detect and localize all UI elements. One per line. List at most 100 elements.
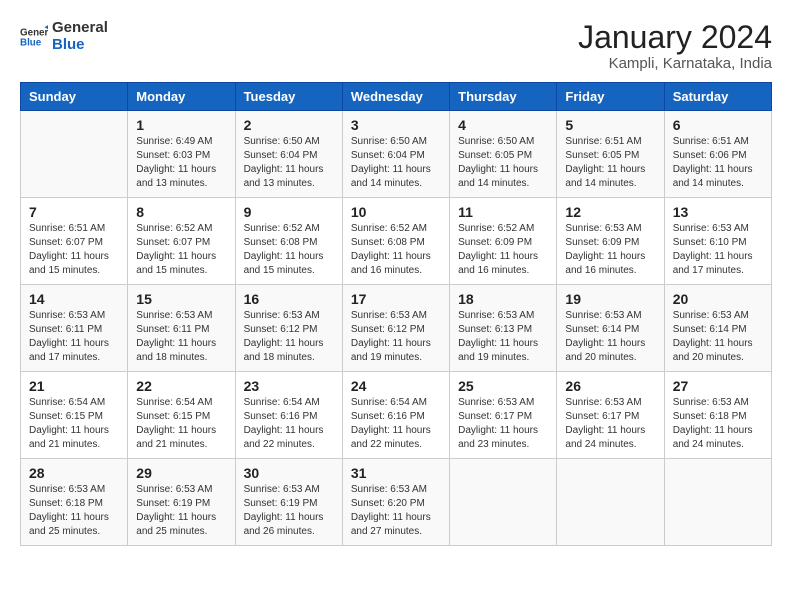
calendar-cell: 3Sunrise: 6:50 AM Sunset: 6:04 PM Daylig… [342, 111, 449, 198]
calendar-header-sunday: Sunday [21, 83, 128, 111]
day-info: Sunrise: 6:52 AM Sunset: 6:07 PM Dayligh… [136, 222, 226, 278]
logo-icon: General Blue [20, 23, 48, 51]
calendar-cell: 28 Sunrise: 6:53 AM Sunset: 6:18 PM Dayli… [21, 459, 128, 546]
day-number: 22 [136, 378, 226, 394]
day-info: Sunrise: 6:53 AM Sunset: 6:14 PM Dayligh… [673, 309, 763, 365]
calendar-cell: 18 Sunrise: 6:53 AM Sunset: 6:13 PM Dayli… [450, 285, 557, 372]
day-number: 18 [458, 291, 548, 307]
day-info: Sunrise: 6:50 AM Sunset: 6:05 PM Dayligh… [458, 135, 548, 191]
day-info: Sunrise: 6:54 AM Sunset: 6:15 PM Dayligh… [136, 396, 226, 452]
calendar-cell: 23 Sunrise: 6:54 AM Sunset: 6:16 PM Dayli… [235, 372, 342, 459]
page-header: General Blue General Blue January 2024 K… [20, 20, 772, 72]
day-info: Sunrise: 6:52 AM Sunset: 6:08 PM Dayligh… [351, 222, 441, 278]
calendar-cell: 7 Sunrise: 6:51 AM Sunset: 6:07 PM Daylig… [21, 198, 128, 285]
calendar-week-row: 21 Sunrise: 6:54 AM Sunset: 6:15 PM Dayli… [21, 372, 772, 459]
day-info: Sunrise: 6:54 AM Sunset: 6:16 PM Dayligh… [351, 396, 441, 452]
calendar-cell: 5 Sunrise: 6:51 AM Sunset: 6:05 PM Daylig… [557, 111, 664, 198]
calendar-cell: 21 Sunrise: 6:54 AM Sunset: 6:15 PM Dayli… [21, 372, 128, 459]
title-block: January 2024 Kampli, Karnataka, India [578, 20, 772, 72]
day-info: Sunrise: 6:53 AM Sunset: 6:12 PM Dayligh… [351, 309, 441, 365]
calendar-cell: 26 Sunrise: 6:53 AM Sunset: 6:17 PM Dayli… [557, 372, 664, 459]
day-number: 3 [351, 117, 441, 133]
day-number: 20 [673, 291, 763, 307]
day-number: 4 [458, 117, 548, 133]
day-info: Sunrise: 6:51 AM Sunset: 6:05 PM Dayligh… [565, 135, 655, 191]
day-info: Sunrise: 6:53 AM Sunset: 6:18 PM Dayligh… [29, 483, 119, 539]
day-number: 27 [673, 378, 763, 394]
day-number: 17 [351, 291, 441, 307]
month-title: January 2024 [578, 20, 772, 55]
calendar-cell: 30Sunrise: 6:53 AM Sunset: 6:19 PM Dayli… [235, 459, 342, 546]
logo: General Blue General Blue [20, 20, 108, 53]
calendar-cell: 24 Sunrise: 6:54 AM Sunset: 6:16 PM Dayli… [342, 372, 449, 459]
day-number: 12 [565, 204, 655, 220]
day-number: 28 [29, 465, 119, 481]
calendar-cell: 22 Sunrise: 6:54 AM Sunset: 6:15 PM Dayli… [128, 372, 235, 459]
calendar-cell: 14Sunrise: 6:53 AM Sunset: 6:11 PM Dayli… [21, 285, 128, 372]
calendar-cell: 4 Sunrise: 6:50 AM Sunset: 6:05 PM Daylig… [450, 111, 557, 198]
calendar-week-row: 1 Sunrise: 6:49 AM Sunset: 6:03 PM Daylig… [21, 111, 772, 198]
day-number: 13 [673, 204, 763, 220]
day-info: Sunrise: 6:51 AM Sunset: 6:06 PM Dayligh… [673, 135, 763, 191]
logo-line1: General [52, 20, 108, 37]
day-number: 19 [565, 291, 655, 307]
day-info: Sunrise: 6:53 AM Sunset: 6:10 PM Dayligh… [673, 222, 763, 278]
calendar-cell: 2 Sunrise: 6:50 AM Sunset: 6:04 PM Daylig… [235, 111, 342, 198]
calendar-cell: 1 Sunrise: 6:49 AM Sunset: 6:03 PM Daylig… [128, 111, 235, 198]
day-number: 7 [29, 204, 119, 220]
day-number: 23 [244, 378, 334, 394]
calendar-header-monday: Monday [128, 83, 235, 111]
calendar-cell [450, 459, 557, 546]
day-info: Sunrise: 6:53 AM Sunset: 6:18 PM Dayligh… [673, 396, 763, 452]
day-info: Sunrise: 6:53 AM Sunset: 6:09 PM Dayligh… [565, 222, 655, 278]
day-info: Sunrise: 6:53 AM Sunset: 6:17 PM Dayligh… [458, 396, 548, 452]
calendar-cell: 10 Sunrise: 6:52 AM Sunset: 6:08 PM Dayli… [342, 198, 449, 285]
calendar-cell: 11 Sunrise: 6:52 AM Sunset: 6:09 PM Dayli… [450, 198, 557, 285]
calendar-week-row: 7 Sunrise: 6:51 AM Sunset: 6:07 PM Daylig… [21, 198, 772, 285]
calendar-cell: 6 Sunrise: 6:51 AM Sunset: 6:06 PM Daylig… [664, 111, 771, 198]
calendar-cell: 29Sunrise: 6:53 AM Sunset: 6:19 PM Dayli… [128, 459, 235, 546]
day-number: 14 [29, 291, 119, 307]
day-number: 21 [29, 378, 119, 394]
day-info: Sunrise: 6:50 AM Sunset: 6:04 PM Dayligh… [244, 135, 334, 191]
calendar-cell: 8 Sunrise: 6:52 AM Sunset: 6:07 PM Daylig… [128, 198, 235, 285]
day-info: Sunrise: 6:54 AM Sunset: 6:15 PM Dayligh… [29, 396, 119, 452]
day-number: 5 [565, 117, 655, 133]
calendar-cell: 20 Sunrise: 6:53 AM Sunset: 6:14 PM Dayli… [664, 285, 771, 372]
day-number: 6 [673, 117, 763, 133]
day-info: Sunrise: 6:52 AM Sunset: 6:09 PM Dayligh… [458, 222, 548, 278]
day-number: 26 [565, 378, 655, 394]
calendar-body: 1 Sunrise: 6:49 AM Sunset: 6:03 PM Daylig… [21, 111, 772, 546]
calendar-cell: 12 Sunrise: 6:53 AM Sunset: 6:09 PM Dayli… [557, 198, 664, 285]
calendar-table: SundayMondayTuesdayWednesdayThursdayFrid… [20, 82, 772, 546]
calendar-header-row: SundayMondayTuesdayWednesdayThursdayFrid… [21, 83, 772, 111]
day-number: 16 [244, 291, 334, 307]
day-number: 2 [244, 117, 334, 133]
day-info: Sunrise: 6:52 AM Sunset: 6:08 PM Dayligh… [244, 222, 334, 278]
calendar-cell: 19 Sunrise: 6:53 AM Sunset: 6:14 PM Dayli… [557, 285, 664, 372]
day-number: 1 [136, 117, 226, 133]
day-info: Sunrise: 6:53 AM Sunset: 6:19 PM Dayligh… [136, 483, 226, 539]
day-info: Sunrise: 6:54 AM Sunset: 6:16 PM Dayligh… [244, 396, 334, 452]
day-info: Sunrise: 6:51 AM Sunset: 6:07 PM Dayligh… [29, 222, 119, 278]
day-info: Sunrise: 6:53 AM Sunset: 6:12 PM Dayligh… [244, 309, 334, 365]
day-info: Sunrise: 6:49 AM Sunset: 6:03 PM Dayligh… [136, 135, 226, 191]
day-number: 25 [458, 378, 548, 394]
calendar-cell [557, 459, 664, 546]
logo-line2: Blue [52, 37, 108, 54]
calendar-cell: 15Sunrise: 6:53 AM Sunset: 6:11 PM Dayli… [128, 285, 235, 372]
day-info: Sunrise: 6:53 AM Sunset: 6:13 PM Dayligh… [458, 309, 548, 365]
calendar-header-friday: Friday [557, 83, 664, 111]
day-number: 10 [351, 204, 441, 220]
calendar-week-row: 14Sunrise: 6:53 AM Sunset: 6:11 PM Dayli… [21, 285, 772, 372]
calendar-cell [21, 111, 128, 198]
day-info: Sunrise: 6:53 AM Sunset: 6:17 PM Dayligh… [565, 396, 655, 452]
calendar-cell: 9Sunrise: 6:52 AM Sunset: 6:08 PM Daylig… [235, 198, 342, 285]
day-info: Sunrise: 6:53 AM Sunset: 6:14 PM Dayligh… [565, 309, 655, 365]
day-info: Sunrise: 6:53 AM Sunset: 6:20 PM Dayligh… [351, 483, 441, 539]
location: Kampli, Karnataka, India [578, 55, 772, 72]
calendar-header-thursday: Thursday [450, 83, 557, 111]
day-number: 11 [458, 204, 548, 220]
day-number: 8 [136, 204, 226, 220]
day-number: 24 [351, 378, 441, 394]
